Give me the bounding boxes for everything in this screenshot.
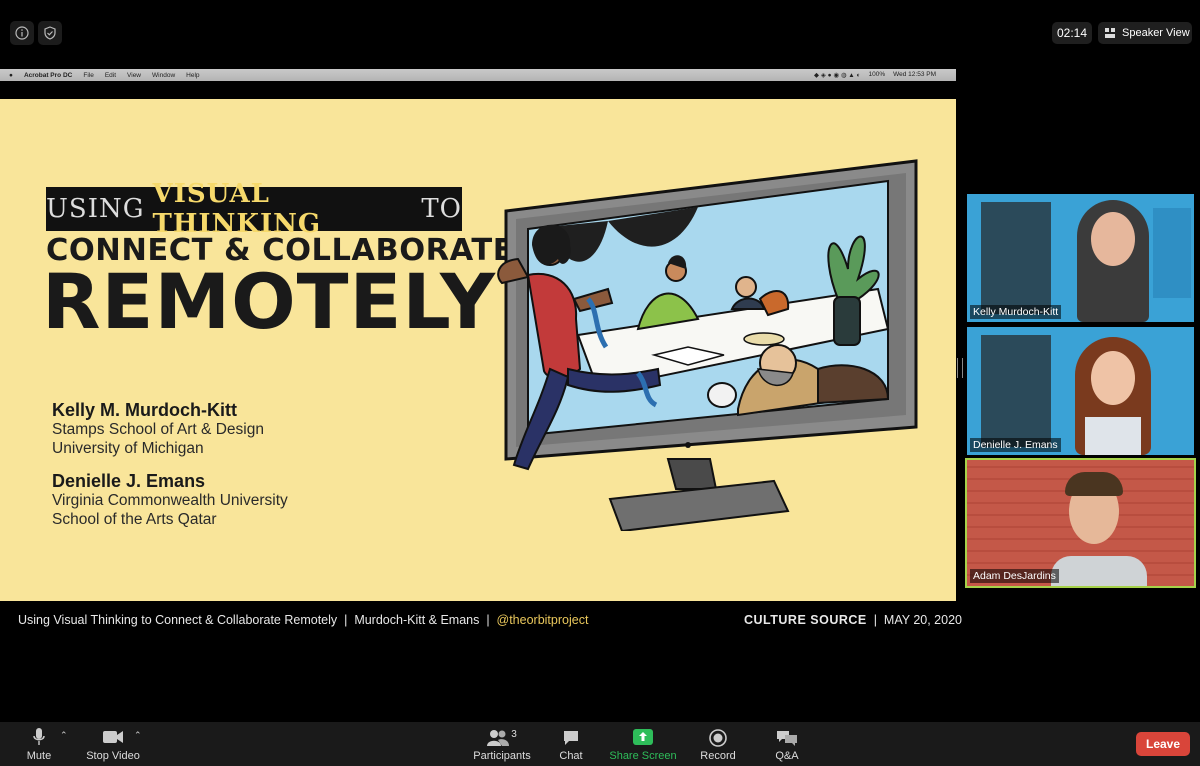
menubar-clock: Wed 12:53 PM (893, 71, 936, 78)
menubar-window: Window (152, 71, 176, 79)
menubar-help: Help (186, 71, 200, 79)
title-line-1-post: TO (421, 194, 462, 224)
mute-options-caret[interactable]: ⌃ (60, 730, 68, 741)
qa-button[interactable]: Q&A (770, 722, 804, 766)
author-2-school: School of the Arts Qatar (52, 511, 217, 528)
person-shirt (1085, 417, 1141, 455)
author-1-affiliation: Stamps School of Art & Design (52, 421, 264, 438)
presentation-slide: USING VISUAL THINKING TO CONNECT & COLLA… (0, 99, 956, 601)
mute-label: Mute (26, 750, 52, 762)
apple-icon: ● (9, 71, 13, 79)
mute-button[interactable]: Mute (22, 722, 56, 766)
caption-separator: | (344, 613, 348, 627)
participant-name: Denielle J. Emans (970, 438, 1061, 452)
chat-label: Chat (559, 750, 583, 762)
record-label: Record (700, 750, 736, 762)
author-1-name: Kelly M. Murdoch-Kitt (52, 400, 237, 420)
caption-title: Using Visual Thinking to Connect & Colla… (18, 613, 338, 627)
panel-splitter[interactable] (957, 358, 963, 378)
person-face (1091, 212, 1135, 266)
video-options-caret[interactable]: ⌃ (134, 730, 142, 741)
title-line-3: REMOTELY (42, 257, 497, 346)
video-tile-denielle[interactable]: Denielle J. Emans (967, 327, 1194, 455)
footer-caption-right: CULTURE SOURCE | MAY 20, 2020 (744, 613, 962, 627)
camera-icon (103, 731, 123, 743)
status-icons: ◆ ◈ ● ◉ ◍ ▲ ◐ (814, 72, 861, 79)
grid-icon (1105, 28, 1115, 38)
share-screen-button[interactable]: Share Screen (608, 722, 678, 766)
stop-video-label: Stop Video (86, 750, 140, 762)
shield-icon[interactable] (38, 21, 62, 45)
record-button[interactable]: Record (698, 722, 738, 766)
person-hair (1065, 472, 1123, 496)
share-screen-icon (633, 729, 653, 745)
info-icon[interactable] (10, 21, 34, 45)
stop-video-button[interactable]: Stop Video (84, 722, 142, 766)
footer-caption-left: Using Visual Thinking to Connect & Colla… (18, 613, 588, 627)
caption-handle: @theorbitproject (496, 613, 589, 627)
caption-separator: | (873, 613, 877, 627)
author-2: Denielle J. Emans Virginia Commonwealth … (52, 472, 288, 529)
speaker-view-button[interactable]: Speaker View (1098, 22, 1192, 44)
author-1: Kelly M. Murdoch-Kitt Stamps School of A… (52, 401, 264, 458)
shared-menubar: ● Acrobat Pro DC File Edit View Window H… (0, 69, 956, 81)
monitor-illustration (497, 159, 918, 531)
contact-panel (1153, 208, 1191, 298)
menubar-edit: Edit (104, 71, 117, 79)
chat-icon (564, 731, 578, 745)
qa-label: Q&A (775, 750, 799, 762)
menubar-view: View (127, 71, 142, 79)
microphone-icon (33, 728, 45, 745)
meeting-toolbar (0, 722, 1200, 766)
participant-name: Adam DesJardins (970, 569, 1059, 583)
book-cover (981, 335, 1051, 447)
book-cover (981, 202, 1051, 314)
participant-name: Kelly Murdoch-Kitt (970, 305, 1062, 319)
participants-button[interactable]: 3 Participants (472, 722, 532, 766)
menubar-app: Acrobat Pro DC (23, 71, 73, 79)
caption-date: MAY 20, 2020 (883, 613, 962, 627)
meeting-timer: 02:14 (1052, 22, 1092, 44)
author-2-affiliation: Virginia Commonwealth University (52, 492, 288, 509)
caption-separator: | (486, 613, 490, 627)
caption-authors: Murdoch-Kitt & Emans (354, 613, 480, 627)
participants-icon (487, 730, 510, 746)
caption-event: CULTURE SOURCE (744, 613, 867, 627)
qa-icon (777, 731, 797, 746)
speaker-view-label: Speaker View (1122, 27, 1190, 39)
author-1-university: University of Michigan (52, 440, 204, 457)
person-face (1091, 351, 1135, 405)
leave-button[interactable]: Leave (1136, 732, 1190, 756)
battery-level: 100% (868, 71, 886, 78)
menubar-file: File (83, 71, 94, 79)
author-2-name: Denielle J. Emans (52, 471, 206, 491)
participants-label: Participants (473, 750, 531, 762)
video-tile-kelly[interactable]: Kelly Murdoch-Kitt (967, 194, 1194, 322)
title-line-1-bold: VISUAL THINKING (152, 179, 322, 239)
record-icon (709, 729, 727, 747)
person-shirt (1051, 556, 1147, 586)
video-tile-adam[interactable]: Adam DesJardins (965, 458, 1196, 588)
share-screen-label: Share Screen (609, 750, 677, 762)
title-line-1-pre: USING (46, 194, 145, 224)
participants-count: 3 (511, 729, 517, 740)
chat-button[interactable]: Chat (553, 722, 589, 766)
title-line-1: USING VISUAL THINKING TO (46, 179, 462, 239)
